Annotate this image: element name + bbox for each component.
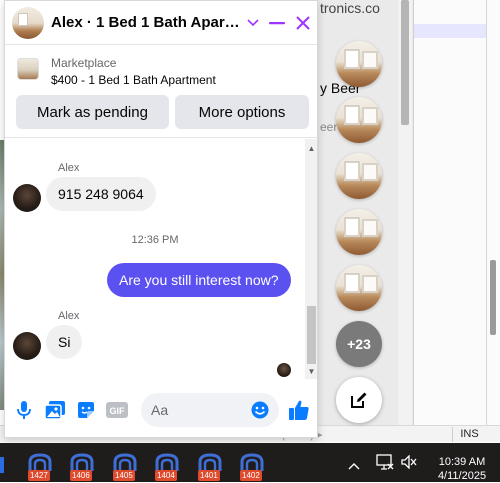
chat-head-avatar[interactable] <box>336 97 382 143</box>
taskbar-badge: 1401 <box>198 470 220 481</box>
gif-label: GIF <box>110 406 126 416</box>
chat-head-avatar[interactable] <box>336 153 382 199</box>
emoji-icon[interactable] <box>249 399 271 421</box>
chevron-down-icon[interactable] <box>243 13 263 33</box>
taskbar-app-icon[interactable]: 1404 <box>154 453 180 481</box>
microphone-icon[interactable] <box>13 399 35 421</box>
background-text-url: tronics.co <box>320 0 380 16</box>
sender-avatar[interactable] <box>13 184 41 212</box>
message-list: Alex 915 248 9064 12:36 PM Are you still… <box>5 139 305 379</box>
taskbar-badge: 1405 <box>113 470 135 481</box>
taskbar-clock[interactable]: 10:39 AM 4/11/2025 <box>432 455 492 483</box>
message-input[interactable] <box>151 402 247 418</box>
background-scrollbar-thumb[interactable] <box>490 260 496 335</box>
ins-indicator: INS <box>452 427 486 442</box>
taskbar-app-icon[interactable]: 1402 <box>239 453 265 481</box>
compose-icon <box>351 392 367 408</box>
message-composer: GIF <box>5 381 317 437</box>
chat-head-avatar[interactable] <box>336 209 382 255</box>
taskbar-badge: 1402 <box>240 470 262 481</box>
chat-header[interactable]: Alex · 1 Bed 1 Bath Apartment <box>5 1 317 45</box>
background-divider <box>486 0 487 430</box>
chat-head-avatar[interactable] <box>336 41 382 87</box>
taskbar-badge: 1427 <box>28 470 50 481</box>
close-icon[interactable] <box>293 13 313 33</box>
taskbar-app-icon[interactable]: 1427 <box>27 453 53 481</box>
sender-avatar[interactable] <box>13 332 41 360</box>
like-icon[interactable] <box>288 399 310 421</box>
more-options-button[interactable]: More options <box>175 95 309 129</box>
contact-avatar[interactable] <box>12 7 44 39</box>
chevron-up-icon[interactable] <box>348 457 360 475</box>
photo-icon[interactable] <box>44 399 66 421</box>
chat-head-avatar[interactable] <box>336 265 382 311</box>
message-scroll-thumb[interactable] <box>307 306 316 364</box>
taskbar-app-icon[interactable]: 1405 <box>112 453 138 481</box>
gif-icon[interactable]: GIF <box>106 399 128 421</box>
listing-title[interactable]: $400 - 1 Bed 1 Bath Apartment <box>51 73 216 87</box>
taskbar-app-icon[interactable]: 1406 <box>69 453 95 481</box>
new-message-button[interactable] <box>336 377 382 423</box>
listing-category: Marketplace <box>51 56 117 70</box>
more-chats-bubble[interactable]: +23 <box>336 321 382 367</box>
volume-muted-icon[interactable] <box>401 454 417 474</box>
taskbar: 1427 1406 1405 1404 1401 1402 10:39 AM 4… <box>0 443 500 482</box>
chat-heads-scroll-thumb[interactable] <box>401 0 409 125</box>
background-selection-bar <box>414 24 486 38</box>
clock-time: 10:39 AM <box>438 456 486 468</box>
background-text-eer: eer <box>320 120 338 134</box>
listing-thumbnail[interactable] <box>17 58 39 80</box>
minimize-icon[interactable] <box>267 13 287 33</box>
message-bubble-outgoing[interactable]: Are you still interest now? <box>107 263 291 297</box>
taskbar-badge: 1406 <box>70 470 92 481</box>
sender-name: Alex <box>58 162 80 174</box>
taskbar-badge: 1404 <box>155 470 177 481</box>
marketplace-listing-card: Marketplace $400 - 1 Bed 1 Bath Apartmen… <box>5 46 317 138</box>
mark-as-pending-button[interactable]: Mark as pending <box>16 95 169 129</box>
chat-window: Alex · 1 Bed 1 Bath Apartment Marketplac… <box>4 0 318 438</box>
sticker-icon[interactable] <box>75 399 97 421</box>
taskbar-app-icon[interactable]: 1401 <box>197 453 223 481</box>
network-icon[interactable] <box>376 454 394 475</box>
clock-date: 4/11/2025 <box>437 470 487 482</box>
seen-indicator-avatar <box>277 363 291 377</box>
scroll-up-arrow-icon[interactable]: ▲ <box>307 144 316 153</box>
sender-name: Alex <box>58 310 80 322</box>
message-timestamp: 12:36 PM <box>131 234 179 246</box>
message-bubble-incoming[interactable]: Si <box>46 325 83 359</box>
chat-title[interactable]: Alex · 1 Bed 1 Bath Apartment <box>51 14 241 31</box>
message-bubble-incoming[interactable]: 915 248 9064 <box>46 177 156 211</box>
background-right-pane <box>414 0 500 430</box>
scroll-down-arrow-icon[interactable]: ▼ <box>307 367 316 376</box>
taskbar-edge-icon[interactable] <box>0 457 4 473</box>
